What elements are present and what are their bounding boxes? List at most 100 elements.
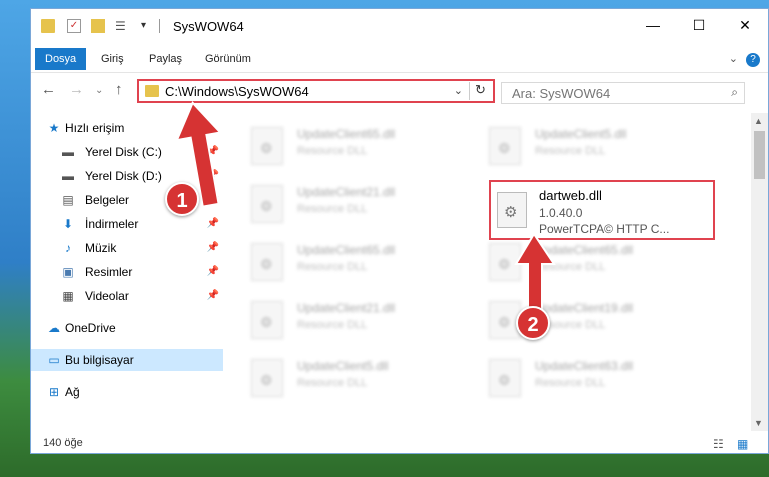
sidebar-item-label: İndirmeler [85, 217, 139, 231]
search-icon[interactable]: ⌕ [731, 85, 738, 100]
view-icon[interactable]: ☰ [115, 19, 129, 33]
vertical-scrollbar[interactable]: ▲ ▼ [751, 113, 768, 431]
large-icons-view-icon[interactable]: ▦ [737, 437, 748, 451]
file-name: UpdateClient63.dll [535, 359, 634, 373]
sidebar-item-label: Müzik [85, 241, 117, 255]
dll-file-icon [251, 243, 283, 281]
sidebar-item-label: Ağ [65, 385, 80, 399]
chevron-down-icon[interactable]: ▾ [141, 19, 155, 33]
list-item[interactable]: UpdateClient21.dll Resource DLL [251, 297, 471, 345]
file-type: Resource DLL [297, 377, 368, 389]
details-view-icon[interactable]: ☷ [713, 437, 724, 451]
title-bar: ✓ ☰ ▾ SysWOW64 — ☐ ✕ [31, 9, 768, 43]
computer-icon: ▭ [48, 353, 60, 367]
file-version: 1.0.40.0 [539, 206, 583, 220]
file-name: UpdateClient5.dll [535, 127, 627, 141]
sidebar-item-label: Videolar [85, 289, 129, 303]
search-box[interactable]: ⌕ [501, 82, 745, 104]
tab-gorunum[interactable]: Görünüm [195, 48, 261, 70]
close-button[interactable]: ✕ [722, 9, 768, 41]
search-input[interactable] [502, 83, 712, 103]
tab-paylas[interactable]: Paylaş [139, 48, 192, 70]
navigation-bar: ← → ⌄ ↑ C:\Windows\SysWOW64 ⌄ ↻ ⌕ [31, 73, 768, 109]
pictures-icon: ▣ [62, 265, 74, 279]
file-name: UpdateClient21.dll [297, 301, 396, 315]
file-type: Resource DLL [297, 261, 368, 273]
minimize-button[interactable]: — [630, 9, 676, 41]
video-icon: ▦ [62, 289, 74, 303]
folder-icon [41, 19, 55, 33]
forward-arrow-icon[interactable]: → [69, 81, 84, 98]
chevron-down-icon[interactable]: ⌄ [454, 84, 463, 97]
pin-icon[interactable]: 📌 [207, 261, 219, 283]
dll-file-icon [497, 192, 527, 228]
music-icon: ♪ [65, 241, 71, 255]
star-icon: ★ [48, 121, 60, 135]
ribbon: Dosya Giriş Paylaş Görünüm ⌄ ? [31, 43, 768, 73]
download-icon: ⬇ [62, 217, 74, 231]
list-item[interactable]: UpdateClient21.dll Resource DLL [251, 181, 471, 229]
dll-file-icon [251, 185, 283, 223]
file-name: UpdateClient65.dll [297, 127, 396, 141]
sidebar-item-label: Resimler [85, 265, 133, 279]
drive-icon: ▬ [62, 169, 74, 183]
dll-file-icon [489, 359, 521, 397]
file-type: Resource DLL [535, 377, 606, 389]
expand-ribbon-icon[interactable]: ⌄ [729, 52, 738, 65]
up-arrow-icon[interactable]: ↑ [115, 81, 123, 98]
sidebar-item-label: Belgeler [85, 193, 130, 207]
scroll-up-icon[interactable]: ▲ [754, 116, 763, 126]
dll-file-icon [251, 301, 283, 339]
recent-locations-icon[interactable]: ⌄ [95, 85, 103, 96]
file-name: UpdateClient21.dll [297, 185, 396, 199]
help-icon[interactable]: ? [746, 53, 760, 67]
cloud-icon: ☁ [48, 321, 60, 335]
properties-icon[interactable]: ✓ [67, 19, 81, 33]
sidebar-item-onedrive[interactable]: ☁ OneDrive [31, 317, 223, 339]
list-item[interactable]: UpdateClient5.dll Resource DLL [251, 355, 471, 403]
file-name: UpdateClient5.dll [297, 359, 389, 373]
sidebar-item-videos[interactable]: ▦ Videolar 📌 [31, 285, 223, 307]
drive-icon: ▬ [62, 145, 74, 159]
sidebar-item-network[interactable]: ⊞ Ağ [31, 381, 223, 403]
item-count: 140 öğe [43, 437, 83, 449]
window-title: SysWOW64 [173, 19, 244, 34]
dll-file-icon [251, 127, 283, 165]
tab-dosya[interactable]: Dosya [35, 48, 87, 70]
file-name: dartweb.dll [539, 188, 602, 203]
file-type: Resource DLL [297, 203, 368, 215]
sidebar-item-music[interactable]: ♪ Müzik 📌 [31, 237, 223, 259]
sidebar-item-label: OneDrive [65, 321, 116, 335]
explorer-window: ✓ ☰ ▾ SysWOW64 — ☐ ✕ Dosya Giriş Paylaş … [30, 8, 769, 454]
refresh-icon[interactable]: ↻ [469, 82, 491, 100]
file-list: UpdateClient65.dll Resource DLL UpdateCl… [223, 113, 751, 431]
list-item[interactable]: UpdateClient65.dll Resource DLL [251, 123, 471, 171]
dll-file-icon [489, 127, 521, 165]
sidebar-item-label: Hızlı erişim [65, 121, 125, 135]
list-item[interactable]: UpdateClient65.dll Resource DLL [251, 239, 471, 287]
step-badge-2: 2 [516, 306, 550, 340]
tab-giris[interactable]: Giriş [91, 48, 134, 70]
file-type: Resource DLL [535, 145, 606, 157]
network-icon: ⊞ [48, 385, 60, 399]
step-badge-1: 1 [165, 182, 199, 216]
pin-icon[interactable]: 📌 [207, 285, 219, 307]
file-type: Resource DLL [297, 145, 368, 157]
scroll-down-icon[interactable]: ▼ [754, 418, 763, 428]
new-folder-icon[interactable] [91, 19, 105, 33]
file-type: Resource DLL [297, 319, 368, 331]
list-item[interactable]: UpdateClient5.dll Resource DLL [489, 123, 709, 171]
file-name: UpdateClient65.dll [297, 243, 396, 257]
sidebar-item-this-pc[interactable]: ▭ Bu bilgisayar [31, 349, 223, 371]
pin-icon[interactable]: 📌 [207, 237, 219, 259]
list-item[interactable]: UpdateClient63.dll Resource DLL [489, 355, 709, 403]
maximize-button[interactable]: ☐ [676, 9, 722, 41]
sidebar-item-pictures[interactable]: ▣ Resimler 📌 [31, 261, 223, 283]
status-bar: 140 öğe ☷ ▦ [31, 433, 768, 453]
document-icon: ▤ [62, 193, 74, 207]
sidebar-item-label: Bu bilgisayar [65, 353, 134, 367]
dll-file-icon [251, 359, 283, 397]
back-arrow-icon[interactable]: ← [41, 81, 56, 98]
scrollbar-thumb[interactable] [754, 131, 765, 179]
divider [159, 19, 160, 33]
